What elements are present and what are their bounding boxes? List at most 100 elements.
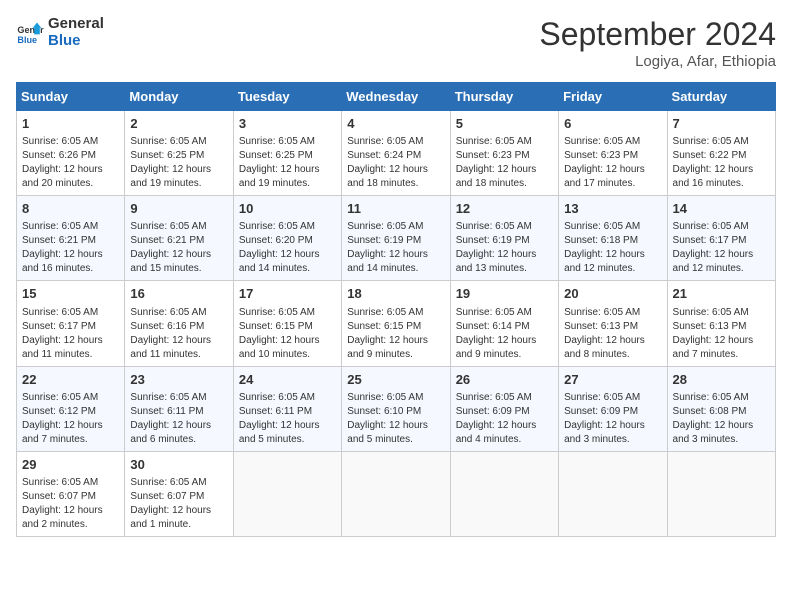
day-info: Sunrise: 6:05 AMSunset: 6:11 PMDaylight:… (130, 391, 227, 447)
day-info: Sunrise: 6:05 AMSunset: 6:16 PMDaylight:… (130, 306, 227, 362)
day-info: Sunrise: 6:05 AMSunset: 6:21 PMDaylight:… (22, 220, 119, 276)
day-cell-16: 16 Sunrise: 6:05 AMSunset: 6:16 PMDaylig… (125, 281, 233, 366)
day-number: 17 (239, 285, 336, 303)
week-row-3: 15 Sunrise: 6:05 AMSunset: 6:17 PMDaylig… (17, 281, 776, 366)
day-number: 6 (564, 115, 661, 133)
day-number: 19 (456, 285, 553, 303)
day-number: 28 (673, 371, 770, 389)
day-number: 15 (22, 285, 119, 303)
day-info: Sunrise: 6:05 AMSunset: 6:13 PMDaylight:… (564, 306, 661, 362)
week-row-4: 22 Sunrise: 6:05 AMSunset: 6:12 PMDaylig… (17, 366, 776, 451)
day-info: Sunrise: 6:05 AMSunset: 6:19 PMDaylight:… (456, 220, 553, 276)
day-number: 26 (456, 371, 553, 389)
day-info: Sunrise: 6:05 AMSunset: 6:09 PMDaylight:… (456, 391, 553, 447)
day-cell-11: 11 Sunrise: 6:05 AMSunset: 6:19 PMDaylig… (342, 196, 450, 281)
week-row-5: 29 Sunrise: 6:05 AMSunset: 6:07 PMDaylig… (17, 451, 776, 536)
logo-general: General (48, 16, 104, 33)
month-title: September 2024 (539, 16, 776, 53)
week-row-1: 1 Sunrise: 6:05 AMSunset: 6:26 PMDayligh… (17, 111, 776, 196)
day-cell-23: 23 Sunrise: 6:05 AMSunset: 6:11 PMDaylig… (125, 366, 233, 451)
day-number: 23 (130, 371, 227, 389)
day-info: Sunrise: 6:05 AMSunset: 6:15 PMDaylight:… (239, 306, 336, 362)
logo-blue: Blue (48, 33, 104, 50)
day-info: Sunrise: 6:05 AMSunset: 6:17 PMDaylight:… (673, 220, 770, 276)
header-friday: Friday (559, 83, 667, 111)
header-wednesday: Wednesday (342, 83, 450, 111)
day-info: Sunrise: 6:05 AMSunset: 6:26 PMDaylight:… (22, 135, 119, 191)
day-cell-8: 8 Sunrise: 6:05 AMSunset: 6:21 PMDayligh… (17, 196, 125, 281)
day-info: Sunrise: 6:05 AMSunset: 6:19 PMDaylight:… (347, 220, 444, 276)
weekday-header-row: Sunday Monday Tuesday Wednesday Thursday… (17, 83, 776, 111)
day-number: 16 (130, 285, 227, 303)
day-info: Sunrise: 6:05 AMSunset: 6:17 PMDaylight:… (22, 306, 119, 362)
day-cell-15: 15 Sunrise: 6:05 AMSunset: 6:17 PMDaylig… (17, 281, 125, 366)
day-info: Sunrise: 6:05 AMSunset: 6:23 PMDaylight:… (456, 135, 553, 191)
day-cell-9: 9 Sunrise: 6:05 AMSunset: 6:21 PMDayligh… (125, 196, 233, 281)
day-number: 25 (347, 371, 444, 389)
day-number: 20 (564, 285, 661, 303)
day-cell-2: 2 Sunrise: 6:05 AMSunset: 6:25 PMDayligh… (125, 111, 233, 196)
day-cell-10: 10 Sunrise: 6:05 AMSunset: 6:20 PMDaylig… (233, 196, 341, 281)
day-number: 30 (130, 456, 227, 474)
day-number: 21 (673, 285, 770, 303)
day-number: 22 (22, 371, 119, 389)
svg-text:Blue: Blue (17, 34, 37, 44)
page-header: General Blue General Blue September 2024… (16, 16, 776, 70)
header-monday: Monday (125, 83, 233, 111)
empty-cell (233, 451, 341, 536)
day-cell-1: 1 Sunrise: 6:05 AMSunset: 6:26 PMDayligh… (17, 111, 125, 196)
day-info: Sunrise: 6:05 AMSunset: 6:14 PMDaylight:… (456, 306, 553, 362)
day-number: 3 (239, 115, 336, 133)
week-row-2: 8 Sunrise: 6:05 AMSunset: 6:21 PMDayligh… (17, 196, 776, 281)
day-number: 24 (239, 371, 336, 389)
day-info: Sunrise: 6:05 AMSunset: 6:07 PMDaylight:… (22, 476, 119, 532)
day-number: 4 (347, 115, 444, 133)
day-info: Sunrise: 6:05 AMSunset: 6:12 PMDaylight:… (22, 391, 119, 447)
day-number: 27 (564, 371, 661, 389)
empty-cell (450, 451, 558, 536)
title-section: September 2024 Logiya, Afar, Ethiopia (539, 16, 776, 70)
day-info: Sunrise: 6:05 AMSunset: 6:15 PMDaylight:… (347, 306, 444, 362)
day-number: 8 (22, 200, 119, 218)
day-info: Sunrise: 6:05 AMSunset: 6:20 PMDaylight:… (239, 220, 336, 276)
logo: General Blue General Blue (16, 16, 104, 49)
day-info: Sunrise: 6:05 AMSunset: 6:22 PMDaylight:… (673, 135, 770, 191)
header-tuesday: Tuesday (233, 83, 341, 111)
day-info: Sunrise: 6:05 AMSunset: 6:09 PMDaylight:… (564, 391, 661, 447)
day-info: Sunrise: 6:05 AMSunset: 6:24 PMDaylight:… (347, 135, 444, 191)
day-number: 2 (130, 115, 227, 133)
day-number: 10 (239, 200, 336, 218)
calendar-table: Sunday Monday Tuesday Wednesday Thursday… (16, 82, 776, 537)
day-info: Sunrise: 6:05 AMSunset: 6:13 PMDaylight:… (673, 306, 770, 362)
header-thursday: Thursday (450, 83, 558, 111)
header-sunday: Sunday (17, 83, 125, 111)
empty-cell (559, 451, 667, 536)
day-cell-6: 6 Sunrise: 6:05 AMSunset: 6:23 PMDayligh… (559, 111, 667, 196)
day-info: Sunrise: 6:05 AMSunset: 6:25 PMDaylight:… (130, 135, 227, 191)
logo-icon: General Blue (16, 19, 44, 47)
day-number: 7 (673, 115, 770, 133)
day-cell-18: 18 Sunrise: 6:05 AMSunset: 6:15 PMDaylig… (342, 281, 450, 366)
day-cell-12: 12 Sunrise: 6:05 AMSunset: 6:19 PMDaylig… (450, 196, 558, 281)
day-number: 13 (564, 200, 661, 218)
day-cell-7: 7 Sunrise: 6:05 AMSunset: 6:22 PMDayligh… (667, 111, 775, 196)
day-cell-25: 25 Sunrise: 6:05 AMSunset: 6:10 PMDaylig… (342, 366, 450, 451)
day-cell-26: 26 Sunrise: 6:05 AMSunset: 6:09 PMDaylig… (450, 366, 558, 451)
day-cell-13: 13 Sunrise: 6:05 AMSunset: 6:18 PMDaylig… (559, 196, 667, 281)
empty-cell (667, 451, 775, 536)
day-cell-3: 3 Sunrise: 6:05 AMSunset: 6:25 PMDayligh… (233, 111, 341, 196)
day-cell-17: 17 Sunrise: 6:05 AMSunset: 6:15 PMDaylig… (233, 281, 341, 366)
day-cell-20: 20 Sunrise: 6:05 AMSunset: 6:13 PMDaylig… (559, 281, 667, 366)
day-cell-19: 19 Sunrise: 6:05 AMSunset: 6:14 PMDaylig… (450, 281, 558, 366)
day-info: Sunrise: 6:05 AMSunset: 6:10 PMDaylight:… (347, 391, 444, 447)
day-info: Sunrise: 6:05 AMSunset: 6:11 PMDaylight:… (239, 391, 336, 447)
day-cell-4: 4 Sunrise: 6:05 AMSunset: 6:24 PMDayligh… (342, 111, 450, 196)
header-saturday: Saturday (667, 83, 775, 111)
day-cell-22: 22 Sunrise: 6:05 AMSunset: 6:12 PMDaylig… (17, 366, 125, 451)
day-number: 12 (456, 200, 553, 218)
day-number: 14 (673, 200, 770, 218)
day-info: Sunrise: 6:05 AMSunset: 6:08 PMDaylight:… (673, 391, 770, 447)
day-info: Sunrise: 6:05 AMSunset: 6:23 PMDaylight:… (564, 135, 661, 191)
day-cell-30: 30 Sunrise: 6:05 AMSunset: 6:07 PMDaylig… (125, 451, 233, 536)
day-cell-27: 27 Sunrise: 6:05 AMSunset: 6:09 PMDaylig… (559, 366, 667, 451)
